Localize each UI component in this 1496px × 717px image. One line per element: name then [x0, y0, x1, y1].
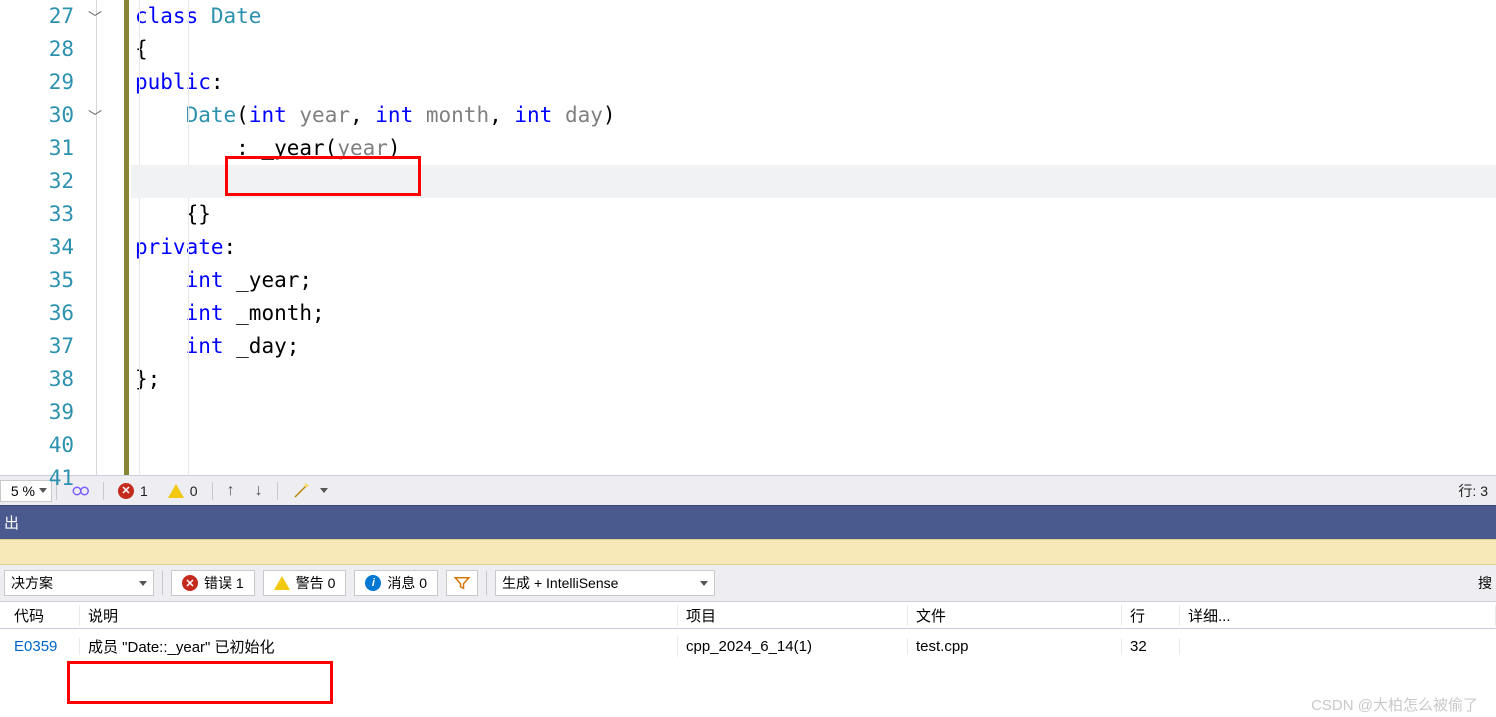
- code-line[interactable]: private:: [131, 231, 1496, 264]
- code-line[interactable]: };: [131, 363, 1496, 396]
- current-line-highlight: [131, 165, 1496, 198]
- code-line[interactable]: [131, 462, 1496, 495]
- fold-collapse-icon[interactable]: ﹀: [88, 8, 102, 28]
- col-project[interactable]: 项目: [678, 605, 908, 626]
- info-icon: i: [365, 575, 381, 591]
- col-desc[interactable]: 说明: [80, 605, 678, 626]
- change-marker-bar: [124, 0, 131, 475]
- code-editor[interactable]: 272829303132333435363738394041 ﹀ ﹀ class…: [0, 0, 1496, 475]
- error-line: 32: [1122, 638, 1180, 655]
- code-line[interactable]: {: [131, 33, 1496, 66]
- code-line[interactable]: [131, 396, 1496, 429]
- watermark-text: CSDN @大柏怎么被偷了: [1311, 694, 1478, 715]
- error-project: cpp_2024_6_14(1): [678, 638, 908, 655]
- code-line[interactable]: int _year;: [131, 264, 1496, 297]
- col-line[interactable]: 行: [1122, 605, 1180, 626]
- error-icon: ✕: [182, 575, 198, 591]
- error-table-header[interactable]: 代码 说明 项目 文件 行 详细...: [0, 601, 1496, 629]
- filter-button[interactable]: [446, 570, 478, 596]
- warnings-filter-button[interactable]: 警告 0: [263, 570, 347, 596]
- build-intellisense-dropdown[interactable]: 生成 + IntelliSense: [495, 570, 715, 596]
- code-line[interactable]: : _year(year): [131, 132, 1496, 165]
- code-line[interactable]: int _day;: [131, 330, 1496, 363]
- warning-icon: [274, 576, 290, 590]
- code-pane[interactable]: class Date{public: Date(int year, int mo…: [131, 0, 1496, 475]
- chevron-down-icon: [139, 581, 147, 586]
- error-list-toolbar: 决方案 ✕ 错误 1 警告 0 i 消息 0 生成 + IntelliSense…: [0, 565, 1496, 601]
- error-search-box[interactable]: 搜: [1478, 573, 1492, 593]
- fold-collapse-icon[interactable]: ﹀: [88, 107, 102, 127]
- error-file: test.cpp: [908, 638, 1122, 655]
- col-file[interactable]: 文件: [908, 605, 1122, 626]
- code-line[interactable]: Date(int year, int month, int day): [131, 99, 1496, 132]
- fold-margin[interactable]: ﹀ ﹀: [88, 0, 124, 475]
- messages-filter-button[interactable]: i 消息 0: [354, 570, 438, 596]
- errors-filter-button[interactable]: ✕ 错误 1: [171, 570, 255, 596]
- scope-dropdown[interactable]: 决方案: [4, 570, 154, 596]
- line-number-gutter: 272829303132333435363738394041: [0, 0, 88, 475]
- error-code: E0359: [6, 638, 80, 655]
- code-line[interactable]: {}: [131, 198, 1496, 231]
- code-line[interactable]: class Date: [131, 0, 1496, 33]
- col-code[interactable]: 代码: [6, 605, 80, 626]
- panel-title-bar[interactable]: 出: [0, 505, 1496, 539]
- error-desc: 成员 "Date::_year" 已初始化: [80, 636, 678, 657]
- fold-guide: [96, 0, 97, 475]
- panel-title: 出: [0, 512, 19, 533]
- code-line[interactable]: int _month;: [131, 297, 1496, 330]
- error-list-table[interactable]: 代码 说明 项目 文件 行 详细... E0359成员 "Date::_year…: [0, 601, 1496, 663]
- error-row[interactable]: E0359成员 "Date::_year" 已初始化cpp_2024_6_14(…: [0, 629, 1496, 663]
- col-detail[interactable]: 详细...: [1180, 605, 1496, 626]
- code-line[interactable]: [131, 429, 1496, 462]
- panel-separator: [0, 539, 1496, 565]
- annotation-box: [67, 661, 333, 704]
- warning-icon: [168, 484, 184, 498]
- chevron-down-icon: [700, 581, 708, 586]
- code-line[interactable]: public:: [131, 66, 1496, 99]
